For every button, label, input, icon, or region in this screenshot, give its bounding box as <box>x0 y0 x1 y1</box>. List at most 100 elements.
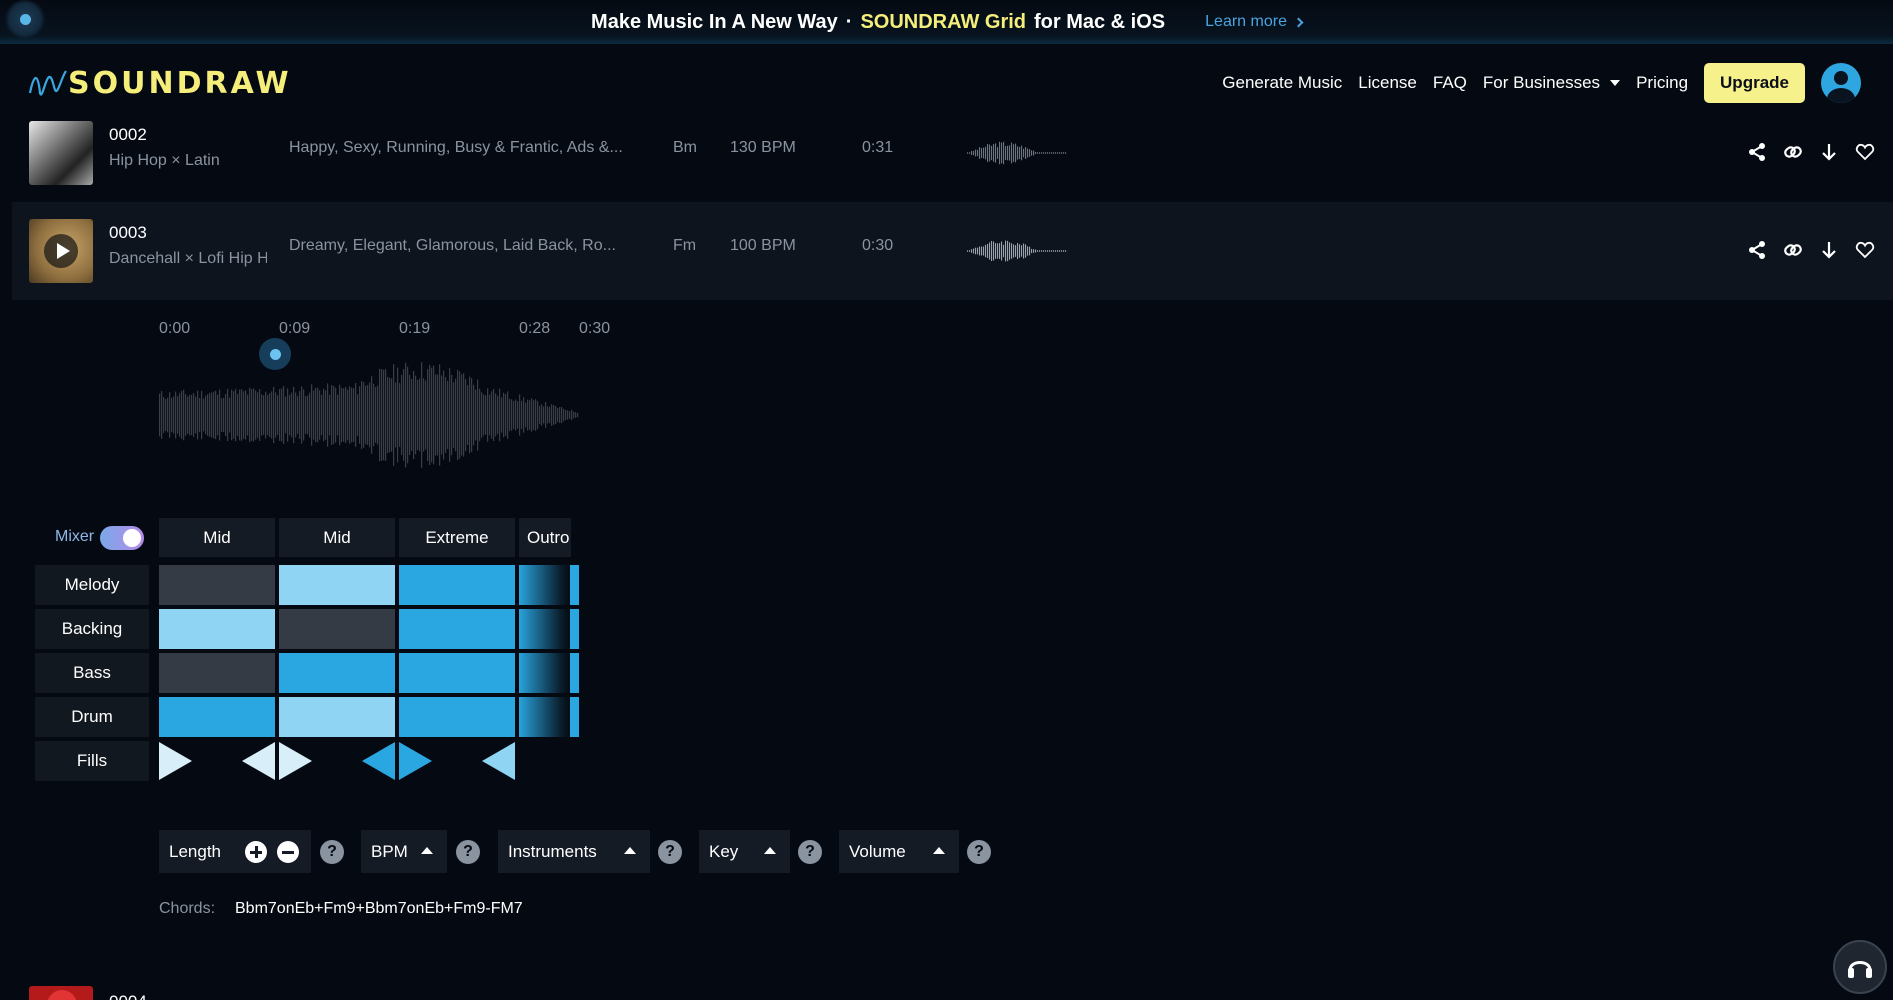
length-label: Length <box>169 841 221 861</box>
track-duration: 0:30 <box>862 237 894 254</box>
heart-icon[interactable] <box>1855 141 1875 163</box>
track-waveform[interactable] <box>967 140 1067 166</box>
caret-up-icon <box>624 847 636 854</box>
help-icon[interactable]: ? <box>658 840 682 864</box>
fill-out-arrow-icon[interactable] <box>242 742 275 780</box>
download-icon[interactable] <box>1819 141 1839 163</box>
support-headset-icon[interactable] <box>1833 940 1887 994</box>
fill-out-arrow-icon[interactable] <box>482 742 515 780</box>
track-moods: Dreamy, Elegant, Glamorous, Laid Back, R… <box>289 237 616 254</box>
timeline-label: 0:00 <box>159 320 191 337</box>
timeline-label: 0:30 <box>579 320 611 337</box>
fill-in-arrow-icon[interactable] <box>279 742 312 780</box>
mixer-cell-drum[interactable] <box>399 697 515 737</box>
track-row[interactable]: 0002 Hip Hop × Latin Happy, Sexy, Runnin… <box>12 104 1893 202</box>
track-key: Bm <box>673 139 697 156</box>
track-thumbnail[interactable] <box>29 219 93 283</box>
caret-up-icon <box>933 847 945 854</box>
track-waveform[interactable] <box>967 238 1067 264</box>
banner-brand: SOUNDRAW Grid <box>860 10 1026 33</box>
nav-pricing[interactable]: Pricing <box>1636 73 1688 93</box>
nav-for-businesses-label: For Businesses <box>1482 73 1601 92</box>
nav-generate-music[interactable]: Generate Music <box>1222 73 1342 93</box>
mixer-cell-melody[interactable] <box>159 565 275 605</box>
caret-down-icon <box>1610 80 1621 86</box>
row-label-bass: Bass <box>35 653 149 693</box>
fill-out-arrow-icon[interactable] <box>362 742 395 780</box>
track-row-active[interactable]: 0003 Dancehall × Lofi Hip Hop Dreamy, El… <box>12 202 1893 300</box>
mixer-cell-drum[interactable] <box>159 697 275 737</box>
share-icon[interactable] <box>1747 239 1767 261</box>
main-waveform[interactable] <box>159 355 579 475</box>
link-icon[interactable] <box>1783 141 1803 163</box>
banner-separator: · <box>845 10 853 33</box>
bpm-control[interactable]: BPM <box>361 830 447 873</box>
play-icon[interactable] <box>44 234 78 268</box>
nav-faq[interactable]: FAQ <box>1433 73 1467 93</box>
mixer-cell-melody[interactable] <box>399 565 515 605</box>
help-icon[interactable]: ? <box>456 840 480 864</box>
key-label: Key <box>709 841 739 861</box>
mixer-cell-backing[interactable] <box>159 609 275 649</box>
share-icon[interactable] <box>1747 141 1767 163</box>
mixer-cell-backing[interactable] <box>279 609 395 649</box>
logo[interactable]: SOUNDRAW <box>28 66 292 101</box>
track-duration: 0:31 <box>862 139 894 156</box>
instruments-control[interactable]: Instruments <box>498 830 650 873</box>
upgrade-button[interactable]: Upgrade <box>1704 63 1805 103</box>
volume-control[interactable]: Volume <box>839 830 959 873</box>
grid-fade <box>518 560 570 742</box>
timeline-label: 0:19 <box>399 320 431 337</box>
track-moods: Happy, Sexy, Running, Busy & Frantic, Ad… <box>289 139 623 156</box>
help-icon[interactable]: ? <box>320 840 344 864</box>
logo-text: SOUNDRAW <box>68 66 292 101</box>
help-icon[interactable]: ? <box>967 840 991 864</box>
row-label-backing: Backing <box>35 609 149 649</box>
mixer-label: Mixer <box>55 528 95 545</box>
mixer-cell-bass[interactable] <box>399 653 515 693</box>
section-header[interactable]: Mid <box>279 518 395 557</box>
instruments-label: Instruments <box>508 841 597 861</box>
learn-more-link[interactable]: Learn more <box>1205 13 1304 31</box>
heart-icon[interactable] <box>1855 239 1875 261</box>
download-icon[interactable] <box>1819 239 1839 261</box>
minus-icon[interactable] <box>277 841 299 863</box>
mixer-cell-drum[interactable] <box>279 697 395 737</box>
mixer-cell-backing[interactable] <box>399 609 515 649</box>
headset-icon <box>1848 961 1872 978</box>
plus-icon[interactable] <box>245 841 267 863</box>
chords-value: Bbm7onEb+Fm9+Bbm7onEb+Fm9-FM7 <box>235 900 523 917</box>
nav-for-businesses[interactable]: For Businesses <box>1482 73 1621 93</box>
track-thumbnail[interactable] <box>29 986 93 1000</box>
row-label-drum: Drum <box>35 697 149 737</box>
row-label-melody: Melody <box>35 565 149 605</box>
logo-wave-icon <box>28 69 67 96</box>
section-header[interactable]: Extreme <box>399 518 515 557</box>
key-control[interactable]: Key <box>699 830 790 873</box>
timeline-label: 0:28 <box>519 320 551 337</box>
track-bpm: 100 BPM <box>730 237 796 254</box>
fill-in-arrow-icon[interactable] <box>159 742 192 780</box>
track-actions <box>1747 239 1875 261</box>
help-icon[interactable]: ? <box>798 840 822 864</box>
volume-label: Volume <box>849 841 906 861</box>
nav-license[interactable]: License <box>1358 73 1417 93</box>
banner-dot-icon <box>4 0 46 38</box>
mixer-toggle[interactable] <box>100 526 144 550</box>
track-bpm: 130 BPM <box>730 139 796 156</box>
mixer-cell-bass[interactable] <box>279 653 395 693</box>
track-genre: Hip Hop × Latin <box>109 152 220 169</box>
mixer-cell-melody[interactable] <box>279 565 395 605</box>
promo-banner: Make Music In A New Way · SOUNDRAW Grid … <box>0 0 1893 44</box>
mixer-cell-bass[interactable] <box>159 653 275 693</box>
caret-up-icon <box>764 847 776 854</box>
caret-up-icon <box>421 847 433 854</box>
section-header[interactable]: Mid <box>159 518 275 557</box>
section-header[interactable]: Outro <box>519 518 571 557</box>
track-thumbnail[interactable] <box>29 121 93 185</box>
banner-lead: Make Music In A New Way <box>591 10 838 33</box>
user-avatar-icon[interactable] <box>1821 63 1861 103</box>
fill-in-arrow-icon[interactable] <box>399 742 432 780</box>
link-icon[interactable] <box>1783 239 1803 261</box>
learn-more-label: Learn more <box>1205 13 1287 30</box>
